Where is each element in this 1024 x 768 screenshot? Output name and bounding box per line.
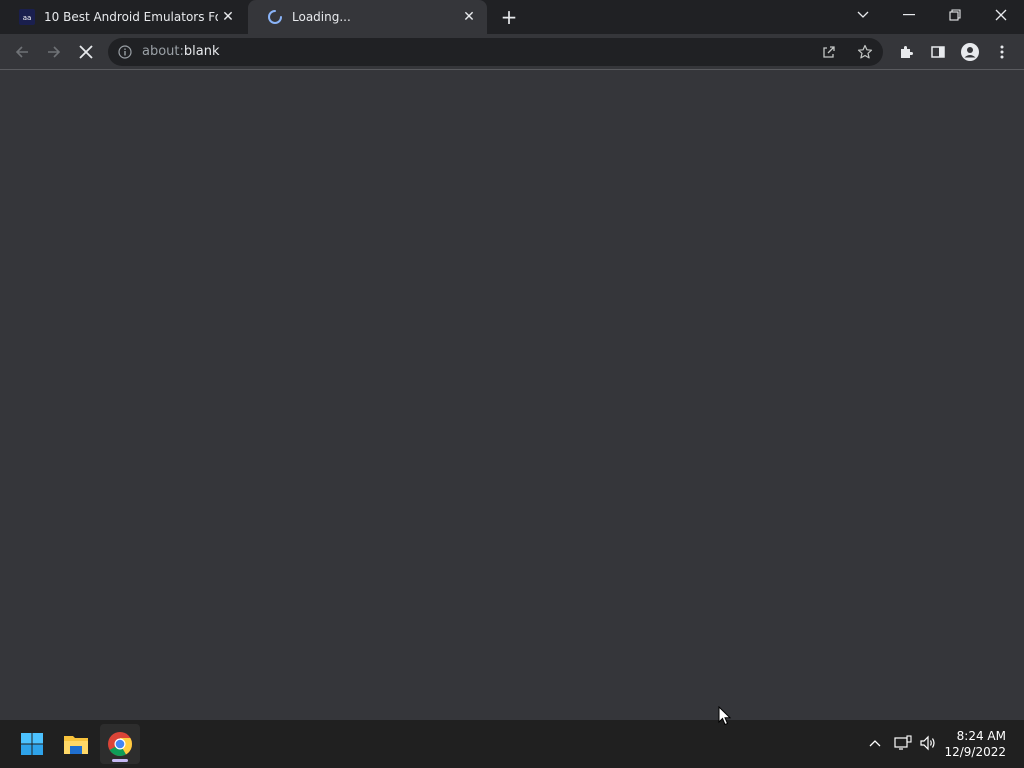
share-icon[interactable] xyxy=(821,44,837,60)
network-icon[interactable] xyxy=(892,732,914,754)
stop-loading-icon[interactable] xyxy=(70,36,102,68)
info-icon[interactable] xyxy=(118,45,132,59)
page-content[interactable] xyxy=(0,71,1024,720)
menu-icon[interactable] xyxy=(986,36,1018,68)
windows-start-icon[interactable] xyxy=(12,724,52,764)
file-explorer-icon[interactable] xyxy=(56,724,96,764)
tab-title: 10 Best Android Emulators For PC xyxy=(44,10,218,24)
side-panel-icon[interactable] xyxy=(922,36,954,68)
back-icon[interactable] xyxy=(6,36,38,68)
url-host: blank xyxy=(183,44,220,59)
browser-toolbar: about:blank xyxy=(0,34,1024,70)
site-favicon-icon: aa xyxy=(19,9,35,25)
windows-taskbar: 8:24 AM 12/9/2022 xyxy=(0,720,1024,768)
minimize-icon[interactable] xyxy=(886,0,932,30)
tab-close-icon[interactable]: ✕ xyxy=(461,9,477,25)
address-bar[interactable]: about:blank xyxy=(108,38,883,66)
tab-close-icon[interactable]: ✕ xyxy=(220,9,236,25)
profile-icon[interactable] xyxy=(954,36,986,68)
volume-icon[interactable] xyxy=(917,732,939,754)
forward-icon[interactable] xyxy=(38,36,70,68)
new-tab-button[interactable]: + xyxy=(498,6,520,28)
system-clock[interactable]: 8:24 AM 12/9/2022 xyxy=(944,728,1006,760)
restore-icon[interactable] xyxy=(932,0,978,30)
tab-android-emulators[interactable]: aa 10 Best Android Emulators For PC ✕ xyxy=(0,0,246,34)
close-icon[interactable] xyxy=(978,0,1024,30)
tab-search-icon[interactable] xyxy=(840,0,886,30)
clock-time: 8:24 AM xyxy=(956,729,1006,743)
mouse-cursor-icon xyxy=(718,706,732,726)
url-text[interactable]: about:blank xyxy=(142,44,220,59)
loading-spinner-icon xyxy=(268,10,282,24)
url-scheme: about: xyxy=(142,44,184,59)
tab-title: Loading... xyxy=(292,10,351,24)
extensions-icon[interactable] xyxy=(890,36,922,68)
bookmark-star-icon[interactable] xyxy=(857,44,873,60)
chrome-icon[interactable] xyxy=(100,724,140,764)
tab-loading[interactable]: Loading... ✕ xyxy=(248,0,487,34)
active-app-indicator xyxy=(112,759,128,762)
show-hidden-icons-chevron[interactable] xyxy=(864,732,886,754)
tab-strip: aa 10 Best Android Emulators For PC ✕ Lo… xyxy=(0,0,1024,34)
svg-text:aa: aa xyxy=(23,14,32,22)
clock-date: 12/9/2022 xyxy=(944,745,1006,759)
